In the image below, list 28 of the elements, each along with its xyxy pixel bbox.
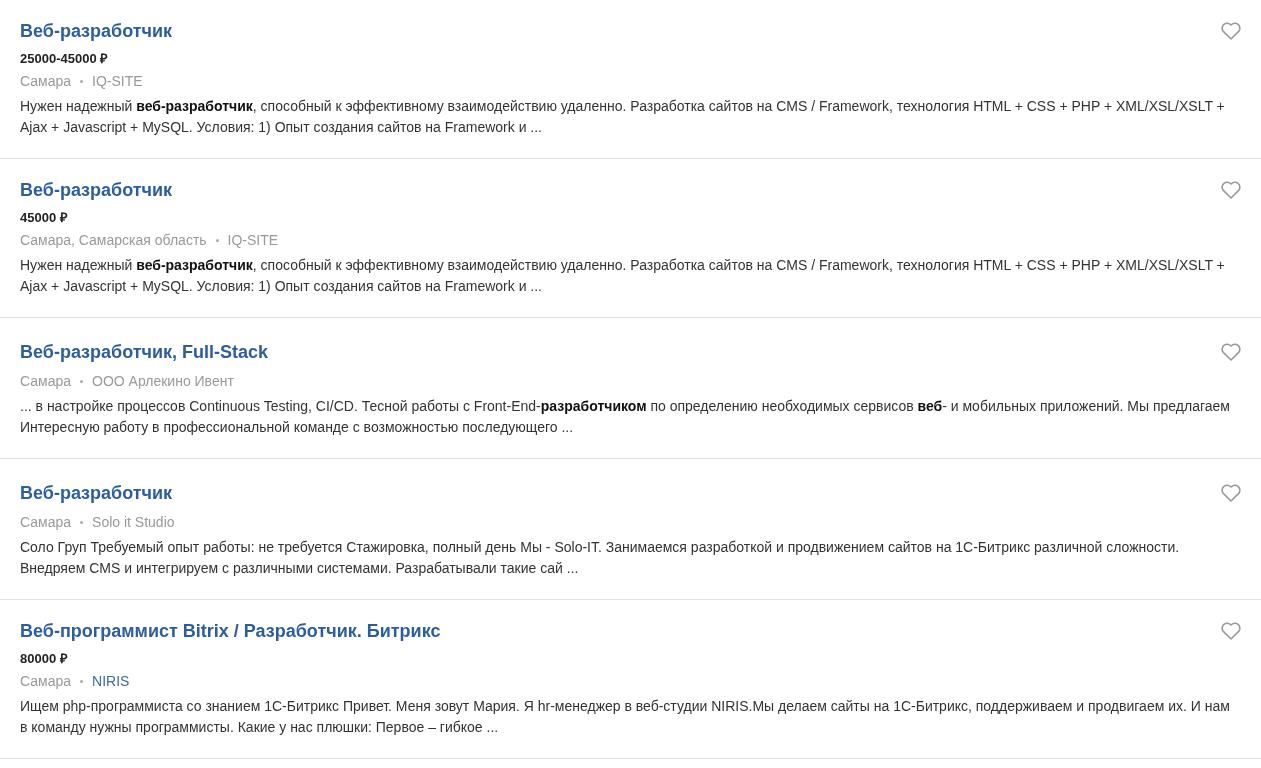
heart-icon[interactable]: [1221, 484, 1241, 502]
vacancy-description: Соло Груп Требуемый опыт работы: не требуется Стажировка, полный день Мы - Solo-IT. Занимаемся разработкой и продвижением сайтов на 1С-Битрикс различной сложности. Внедряем CMS и интегрируем с различными системами. Разрабатывали такие сай ...: [20, 538, 1181, 578]
city-label: Самара: [20, 512, 72, 532]
vacancy-description: Нужен надежный веб-разработчик, способный к эффективному взаимодействию удаленно. Разработка сайтов на CMS / Framework, технология HTML + CSS + PHP + XML/XSL/XSLT + Ajax + Javascript + MySQL. Условия: 1) Опыт создания сайтов на Framework и ...: [20, 97, 1226, 137]
company-name: IQ-SITE: [92, 71, 143, 91]
vacancy-description: ... в настройке процессов Continuous Testing, CI/CD. Тесной работы с Front-End-разработчиком по определению необходимых сервисов веб- и мобильных приложений. Мы предлагаем Интересную работу в профессиональной команде с возможностью последующего ...: [20, 397, 1231, 437]
heart-icon[interactable]: [1221, 181, 1241, 199]
heart-icon[interactable]: [1221, 22, 1241, 40]
city-label: Самара: [20, 71, 72, 91]
vacancy-title-link[interactable]: Веб-разработчик: [20, 481, 173, 505]
heart-icon[interactable]: [1221, 343, 1241, 361]
city-label: Самара: [20, 671, 72, 691]
salary: 80000 ₽: [20, 651, 68, 667]
company-name: IQ-SITE: [227, 230, 279, 250]
vacancy-description: Ищем php-программиста со знанием 1С-Битрикс Привет. Меня зовут Мария. Я hr-менеджер в веб-студии NIRIS.Мы делаем сайты на 1С-Битрикс, поддерживаем и продвигаем их. И нам в команду нужны программисты. Какие у нас плюшки: Первое – гибкое ...: [20, 697, 1231, 737]
vacancy-title-link[interactable]: Веб-разработчик, Full-Stack: [20, 340, 269, 364]
company-name: Solo it Studio: [92, 512, 175, 532]
company-name: ООО Арлекино Ивент: [92, 371, 234, 391]
vacancy-title-link[interactable]: Веб-программист Bitrix / Разработчик. Битрикс: [20, 619, 441, 643]
city-label: Самара, Самарская область: [20, 230, 207, 250]
vacancy-title-link[interactable]: Веб-разработчик: [20, 178, 173, 202]
city-label: Самара: [20, 371, 72, 391]
vacancy-title-link[interactable]: Веб-разработчик: [20, 19, 173, 43]
vacancy-description: Нужен надежный веб-разработчик, способный к эффективному взаимодействию удаленно. Разработка сайтов на CMS / Framework, технология HTML + CSS + PHP + XML/XSL/XSLT + Ajax + Javascript + MySQL. Условия: 1) Опыт создания сайтов на Framework и ...: [20, 256, 1226, 296]
salary: 25000-45000 ₽: [20, 51, 109, 67]
heart-icon[interactable]: [1221, 622, 1241, 640]
salary: 45000 ₽: [20, 210, 68, 226]
company-link[interactable]: NIRIS: [92, 670, 130, 692]
